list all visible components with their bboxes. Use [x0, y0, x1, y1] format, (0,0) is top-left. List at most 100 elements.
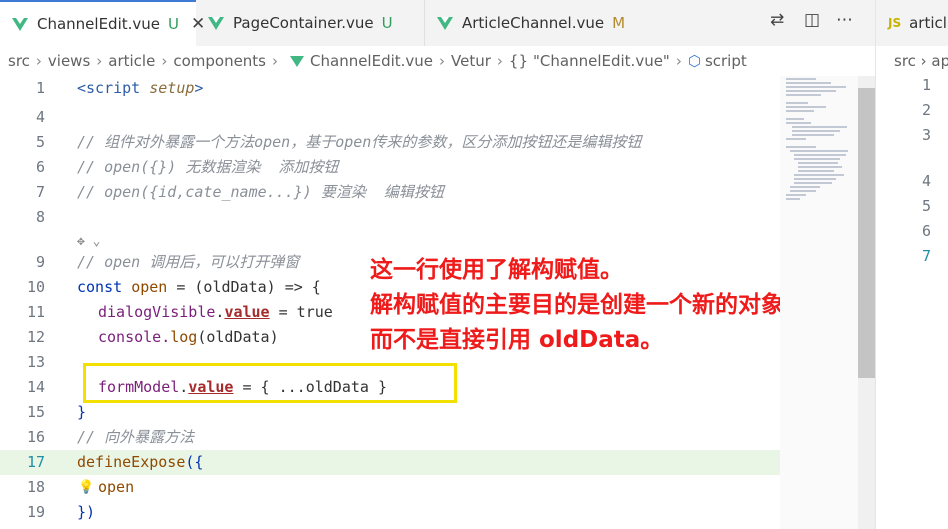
tag-close: >: [194, 79, 204, 97]
vertical-scrollbar[interactable]: [858, 76, 875, 529]
comment: // open({}) 无数据渲染 添加按钮: [77, 158, 339, 176]
chevron-right-icon: ›: [161, 52, 168, 70]
code-line-19: 19 }): [0, 500, 780, 525]
line-number: 10: [26, 278, 45, 296]
line-number: 12: [26, 328, 45, 346]
line-number: 16: [26, 428, 45, 446]
chevron-right-icon: ›: [496, 52, 503, 70]
split-editor-icon[interactable]: ◫: [804, 10, 820, 30]
tab-bar: ChannelEdit.vue U ✕ PageContainer.vue U …: [0, 0, 875, 46]
code-text: }): [77, 503, 96, 521]
minimap-line: [786, 138, 806, 140]
tab-channel-edit[interactable]: ChannelEdit.vue U ✕: [0, 0, 205, 46]
more-actions-icon[interactable]: ⋯: [836, 10, 853, 30]
scrollbar-thumb[interactable]: [858, 88, 875, 378]
minimap-line: [786, 198, 800, 200]
minimap-line: [794, 178, 836, 180]
method: log: [170, 328, 198, 346]
code-text: = true: [269, 303, 333, 321]
code-text: }: [77, 403, 87, 421]
tag-open: <script: [77, 79, 141, 97]
vue-file-icon: [437, 16, 453, 30]
breadcrumb-views[interactable]: views: [48, 52, 90, 70]
code-line-5: 5 // 组件对外暴露一个方法open，基于open传来的参数，区分添加按钮还是…: [0, 130, 780, 155]
minimap-line: [786, 106, 826, 108]
line-number: 4: [921, 172, 931, 190]
tab-page-container[interactable]: PageContainer.vue U: [196, 0, 424, 46]
minimap-line: [794, 158, 840, 160]
tab-article-channel[interactable]: ArticleChannel.vue M: [424, 0, 650, 46]
minimap-line: [786, 94, 821, 96]
compare-changes-icon[interactable]: ⇄: [770, 10, 784, 30]
code-line-15: 15 }: [0, 400, 780, 425]
breadcrumb-article[interactable]: article: [108, 52, 155, 70]
untracked-badge: U: [381, 14, 393, 32]
tab-label: ChannelEdit.vue: [37, 15, 161, 33]
minimap-line: [792, 134, 834, 136]
code-line-7: 7 // open({id,cate_name...}) 要渲染 编辑按钮: [0, 180, 780, 205]
property: value: [224, 303, 270, 321]
code-line-8: 8: [0, 205, 780, 230]
breadcrumb-symbol[interactable]: "ChannelEdit.vue": [533, 52, 670, 70]
line-number: 13: [26, 353, 45, 371]
minimap-line: [790, 150, 848, 152]
tab-label: ArticleChannel.vue: [462, 14, 605, 32]
code-line-17: 17 defineExpose({: [0, 450, 780, 475]
minimap-line: [786, 78, 816, 80]
minimap-line: [786, 194, 806, 196]
braces-icon: {}: [508, 52, 529, 70]
breadcrumb-file[interactable]: ChannelEdit.vue: [310, 52, 433, 70]
modified-badge: M: [612, 14, 626, 32]
vue-file-icon: [208, 16, 224, 30]
line-number: 14: [26, 378, 45, 396]
minimap-line: [794, 182, 832, 184]
tab-label: articl: [909, 14, 947, 32]
breadcrumb-vetur[interactable]: Vetur: [451, 52, 491, 70]
breadcrumb-script[interactable]: script: [705, 52, 747, 70]
comment: // 向外暴露方法: [77, 428, 195, 446]
line-number: 1: [921, 76, 931, 94]
minimap-line: [786, 102, 808, 104]
code-text: (oldData): [197, 328, 279, 346]
minimap[interactable]: [780, 76, 858, 529]
minimap-line: [794, 174, 844, 176]
line-number: 6: [35, 158, 45, 176]
breadcrumb[interactable]: src › ap: [894, 52, 948, 70]
highlight-box: [83, 363, 457, 403]
tab-label: PageContainer.vue: [233, 14, 374, 32]
line-number: 19: [26, 503, 45, 521]
minimap-line: [790, 190, 816, 192]
cube-icon: ⬡: [687, 52, 701, 70]
line-number: 18: [26, 478, 45, 496]
function-name: defineExpose: [77, 453, 186, 471]
chevron-right-icon: ›: [272, 52, 279, 70]
line-number: 2: [921, 101, 931, 119]
minimap-line: [790, 186, 820, 188]
minimap-line: [792, 126, 847, 128]
minimap-line: [786, 146, 816, 148]
line-number: 7: [35, 183, 45, 201]
lightbulb-icon[interactable]: 💡: [78, 475, 94, 500]
line-number: 1: [35, 79, 45, 97]
line-number: 4: [35, 108, 45, 126]
annotation-line-1: 这一行使用了解构赋值。: [370, 257, 623, 283]
minimap-line: [786, 90, 836, 92]
line-number: 3: [921, 126, 931, 144]
line-number: 11: [26, 303, 45, 321]
code-text: ({: [185, 453, 204, 471]
line-number: 5: [921, 197, 931, 215]
vue-file-icon: [290, 55, 305, 67]
breadcrumb-src[interactable]: src: [8, 52, 30, 70]
comment: // open({id,cate_name...}) 要渲染 编辑按钮: [77, 183, 444, 201]
code-line-16: 16 // 向外暴露方法: [0, 425, 780, 450]
minimap-line: [786, 122, 811, 124]
right-editor-pane[interactable]: JS articl src › ap 1 2 3 4 5 6 7: [875, 0, 948, 529]
breadcrumb-components[interactable]: components: [173, 52, 266, 70]
tab-article-js[interactable]: JS articl: [876, 0, 948, 46]
line-number: 6: [921, 222, 931, 240]
variable: dialogVisible: [98, 303, 216, 321]
object: console.: [98, 328, 171, 346]
minimap-line: [786, 110, 814, 112]
minimap-line: [792, 130, 840, 132]
code-text: open: [98, 478, 135, 496]
